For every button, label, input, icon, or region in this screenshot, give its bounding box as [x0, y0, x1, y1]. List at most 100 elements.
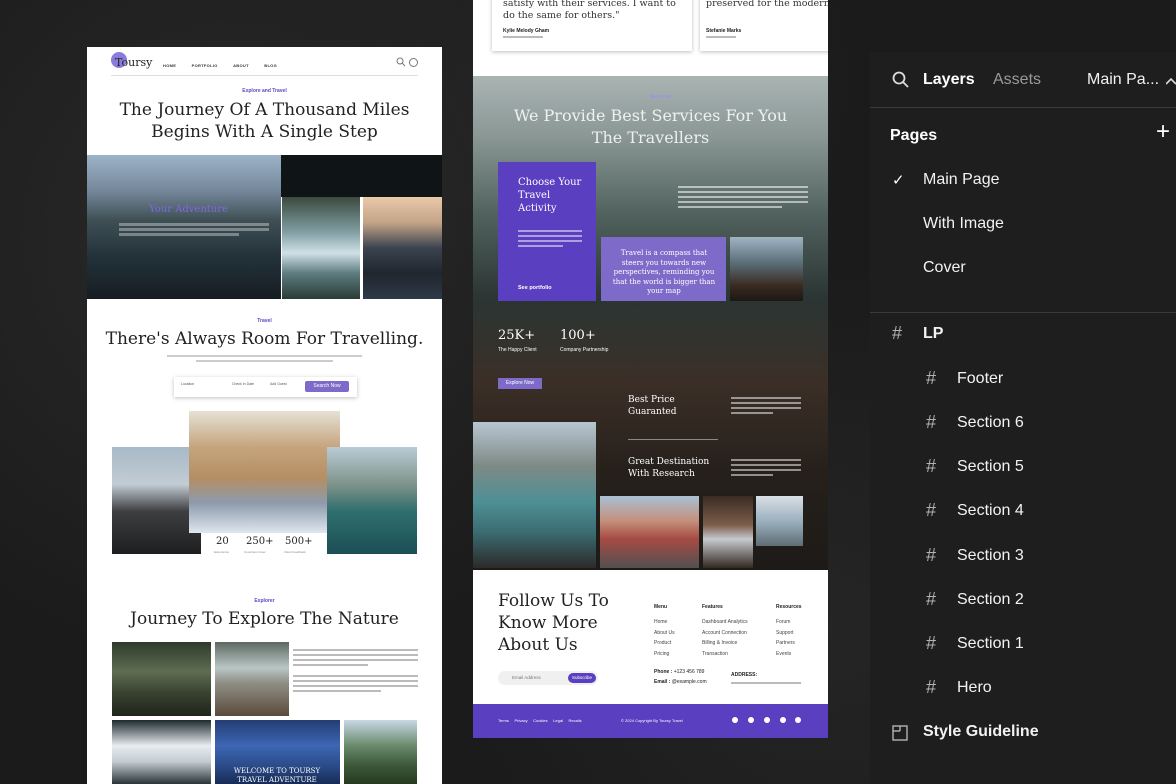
- page-item-cover[interactable]: Cover: [870, 259, 1176, 283]
- search-bar[interactable]: Location Check in Date Add Guest Search …: [174, 377, 357, 397]
- footer-link-forum[interactable]: Forum: [776, 617, 795, 628]
- footer-link-transaction[interactable]: Transaction: [702, 649, 748, 660]
- frame-icon: #: [926, 412, 937, 432]
- footer-link-product[interactable]: Product: [654, 638, 675, 649]
- search-now-button[interactable]: Search Now: [305, 381, 349, 392]
- footer-link-privacy[interactable]: Privacy: [514, 718, 527, 723]
- facebook-icon[interactable]: [795, 717, 801, 723]
- subscribe-button[interactable]: Subscribe: [568, 673, 596, 683]
- layer-section-4[interactable]: # Section 4: [870, 500, 1176, 526]
- page-item-with-image[interactable]: With Image: [870, 215, 1176, 239]
- footer-link-home[interactable]: Home: [654, 617, 675, 628]
- footer-link-pricing[interactable]: Pricing: [654, 649, 675, 660]
- stat-value-1: 20: [216, 536, 229, 547]
- layer-label: Footer: [957, 370, 1004, 387]
- section-icon: [892, 725, 908, 741]
- footer-link-cookies[interactable]: Cookies: [533, 718, 547, 723]
- layer-section-5[interactable]: # Section 5: [870, 456, 1176, 482]
- email-subscribe-field[interactable]: Email Address Subscribe: [498, 671, 598, 685]
- climber-photo: [730, 237, 803, 301]
- footer-link-support[interactable]: Support: [776, 628, 795, 639]
- see-portfolio-link[interactable]: See portfolio: [518, 285, 552, 291]
- activity-card[interactable]: Choose Your Travel Activity See portfoli…: [498, 162, 596, 301]
- nav-link-portfolio[interactable]: PORTFOLIO: [192, 63, 218, 68]
- check-icon: ✓: [892, 172, 905, 189]
- footer-features-list: Dashboard Analytics Account Connection B…: [702, 617, 748, 659]
- feature-great-destination: Great Destination With Research: [628, 457, 710, 479]
- layers-panel: Layers Assets Main Pa... Pages + ✓ Main …: [870, 52, 1176, 784]
- nav-link-about[interactable]: ABOUT: [233, 63, 249, 68]
- tab-assets[interactable]: Assets: [993, 71, 1041, 89]
- footer-link-account[interactable]: Account Connection: [702, 628, 748, 639]
- footer-link-terms[interactable]: Terms: [498, 718, 509, 723]
- travel-quote-text: Travel is a compass that steers you towa…: [612, 249, 716, 295]
- services-kicker: Services: [650, 94, 671, 100]
- checkin-field[interactable]: Check in Date: [232, 382, 254, 386]
- footer-address-title: ADDRESS:: [731, 672, 758, 678]
- location-field[interactable]: Location: [181, 382, 194, 386]
- explorer-text-block: [293, 649, 418, 692]
- explorer-title: Journey To Explore The Nature: [130, 609, 399, 629]
- email-input-placeholder[interactable]: Email Address: [512, 675, 541, 680]
- footer-link-about[interactable]: About Us: [654, 628, 675, 639]
- hero-dark-strip: [281, 155, 442, 197]
- layer-hero[interactable]: # Hero: [870, 677, 1176, 703]
- hero-overlay-body: [119, 223, 269, 236]
- travel-quote-card: Travel is a compass that steers you towa…: [601, 237, 726, 301]
- stat-value-3: 500+: [285, 536, 313, 547]
- user-icon[interactable]: [409, 58, 418, 67]
- footer-bottom-bar: Terms Privacy Cookies Legal Recalls © 20…: [473, 704, 828, 738]
- footer-resources-title: Resources: [776, 604, 802, 610]
- panel-divider-pages: [870, 312, 1176, 313]
- search-icon[interactable]: [892, 71, 910, 89]
- hero-kicker: Explore and Travel: [242, 88, 287, 94]
- stats-row: 20 Experience 250+ Countries Cover 500+ …: [203, 533, 327, 557]
- nav-divider: [111, 75, 418, 76]
- search-icon[interactable]: [396, 57, 406, 67]
- testimonial-role-2: [706, 36, 736, 38]
- testimonial-quote-2: preserved for the modern ": [706, 0, 828, 9]
- stat-happy-client-value: 25K+: [498, 328, 536, 343]
- frame-icon: #: [892, 323, 903, 343]
- instagram-icon[interactable]: [780, 717, 786, 723]
- explore-now-button[interactable]: Explore Now: [498, 378, 542, 389]
- tiktok-icon[interactable]: [748, 717, 754, 723]
- youtube-icon[interactable]: [732, 717, 738, 723]
- layer-section-1[interactable]: # Section 1: [870, 633, 1176, 659]
- layer-style-guideline[interactable]: Style Guideline: [870, 723, 1176, 747]
- travel-title: There's Always Room For Travelling.: [105, 329, 424, 349]
- footer-link-recalls[interactable]: Recalls: [569, 718, 582, 723]
- linkedin-icon[interactable]: [764, 717, 770, 723]
- footer-link-events[interactable]: Events: [776, 649, 795, 660]
- stat-happy-client-label: The Happy Client: [498, 347, 537, 353]
- layer-frame-lp[interactable]: # LP: [870, 323, 1176, 349]
- feature-best-price-text: [731, 397, 801, 414]
- footer-address-text: [731, 682, 801, 684]
- footer-link-legal[interactable]: Legal: [553, 718, 563, 723]
- chevron-up-icon[interactable]: [1166, 77, 1176, 85]
- footer-link-billing[interactable]: Billing & Invoice: [702, 638, 748, 649]
- rock-arch-photo: [703, 496, 753, 568]
- footer-link-dashboard[interactable]: Dashboard Analytics: [702, 617, 748, 628]
- add-page-icon[interactable]: +: [1156, 120, 1170, 144]
- layer-section-3[interactable]: # Section 3: [870, 545, 1176, 571]
- landing-page-frame-a[interactable]: Toursy HOME PORTFOLIO ABOUT BLOG Explore…: [87, 47, 442, 784]
- layer-label: Section 1: [957, 635, 1024, 652]
- snow-hiker-photo: [112, 720, 211, 784]
- tab-layers[interactable]: Layers: [923, 71, 975, 89]
- guest-field[interactable]: Add Guest: [270, 382, 287, 386]
- stat-value-2: 250+: [246, 536, 274, 547]
- hero-rocks-photo: [363, 197, 442, 299]
- layer-footer[interactable]: # Footer: [870, 368, 1176, 394]
- page-selector[interactable]: Main Pa...: [1087, 71, 1159, 89]
- nav-link-blog[interactable]: BLOG: [264, 63, 277, 68]
- page-item-main[interactable]: ✓ Main Page: [870, 171, 1176, 195]
- layer-section-2[interactable]: # Section 2: [870, 589, 1176, 615]
- testimonial-card-2: preserved for the modern " Stefanie Mark…: [700, 0, 828, 51]
- nav-links: HOME PORTFOLIO ABOUT BLOG: [163, 63, 291, 68]
- stat-partnership-value: 100+: [560, 328, 596, 343]
- landing-page-frame-b[interactable]: satisfy with their services. I want to d…: [473, 0, 828, 738]
- nav-link-home[interactable]: HOME: [163, 63, 176, 68]
- layer-section-6[interactable]: # Section 6: [870, 412, 1176, 438]
- footer-link-partners[interactable]: Partners: [776, 638, 795, 649]
